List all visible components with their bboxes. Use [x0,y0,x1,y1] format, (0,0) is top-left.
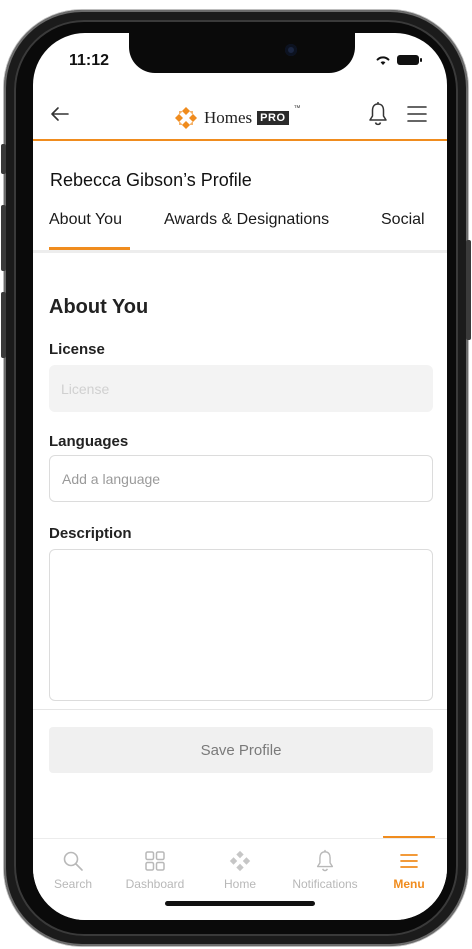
hamburger-icon [400,854,418,868]
search-icon [63,851,83,871]
description-textarea[interactable] [49,549,433,701]
language-placeholder: Add a language [62,470,161,487]
app-screen: 11:12 Homes PRO ™ Rebecca Gibson’s Profi… [33,33,447,920]
tab-about-you[interactable]: About You [49,211,122,229]
front-camera [285,44,297,56]
profile-tabs: About You Awards & Designations Social [33,207,447,253]
pro-badge: PRO [257,111,289,125]
tab-social[interactable]: Social [381,211,425,229]
license-label: License [49,341,105,358]
status-time: 11:12 [69,52,110,69]
divider [33,709,447,710]
power-button [466,240,471,340]
home-indicator [165,901,315,906]
nav-home-label: Home [223,877,256,891]
status-icons [375,54,422,66]
app-header: Homes PRO ™ [33,95,447,141]
license-placeholder: License [61,380,110,397]
languages-label: Languages [49,433,129,450]
nav-home[interactable]: Home [200,849,280,891]
bell-icon[interactable] [366,101,390,127]
nav-search[interactable]: Search [33,849,113,891]
profile-title: Rebecca Gibson’s Profile [50,170,252,190]
hamburger-menu-icon[interactable] [405,103,429,125]
mute-switch [1,144,6,174]
nav-notifications-label: Notifications [292,877,358,891]
active-tab-indicator [49,247,130,250]
nav-notifications[interactable]: Notifications [285,849,365,891]
logo-text: Homes [204,108,253,127]
license-field[interactable]: License [49,365,433,412]
tab-awards-designations[interactable]: Awards & Designations [164,211,329,229]
homes-logo-icon [175,107,197,129]
description-label: Description [49,525,132,542]
battery-icon [397,55,422,65]
status-bar: 11:12 [33,33,447,93]
nav-dashboard-label: Dashboard [125,877,185,891]
notch [129,33,355,73]
nav-search-label: Search [53,877,93,891]
save-profile-button[interactable]: Save Profile [49,727,433,773]
volume-down-button [1,292,6,358]
nav-menu-label: Menu [393,877,425,891]
volume-up-button [1,205,6,271]
dashboard-icon [145,851,165,871]
trademark-mark: ™ [293,105,301,112]
homes-pro-logo[interactable]: Homes PRO ™ [173,105,301,131]
bottom-nav: Search Dashboard Home Notifications Menu [33,838,447,920]
back-arrow-icon[interactable] [47,101,73,127]
nav-dashboard[interactable]: Dashboard [115,849,195,891]
nav-menu[interactable]: Menu [369,849,447,891]
section-heading: About You [49,296,149,318]
bell-icon [316,849,334,872]
wifi-icon [376,56,390,65]
language-input[interactable]: Add a language [49,455,433,502]
homes-logo-icon [229,850,251,872]
